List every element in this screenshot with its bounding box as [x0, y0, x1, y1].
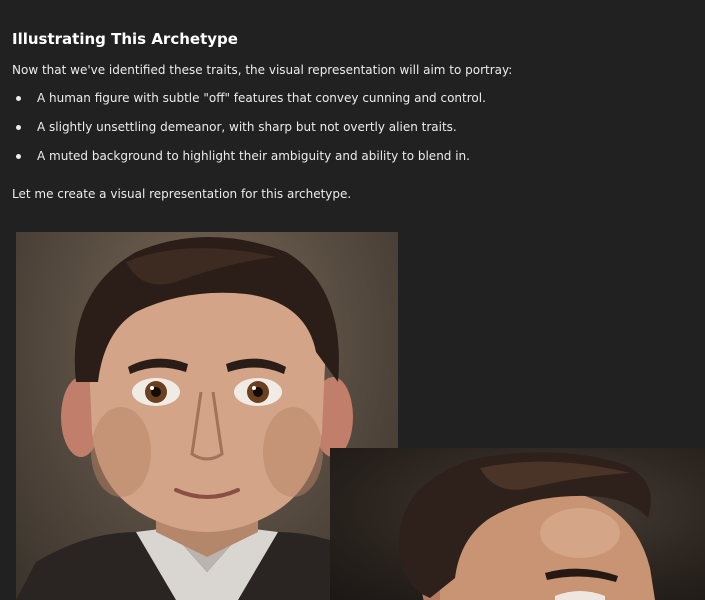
intro-paragraph: Now that we've identified these traits, …: [12, 63, 513, 77]
list-item-text: A human figure with subtle "off" feature…: [37, 91, 486, 105]
bullet-icon: [16, 125, 21, 130]
portrait-profile-illustration: [398, 452, 655, 600]
list-item-text: A slightly unsettling demeanor, with sha…: [37, 120, 457, 134]
list-item-text: A muted background to highlight their am…: [37, 149, 470, 163]
generated-image-portrait-profile[interactable]: [330, 448, 705, 600]
bullet-icon: [16, 96, 21, 101]
section-heading: Illustrating This Archetype: [12, 30, 238, 48]
outro-paragraph: Let me create a visual representation fo…: [12, 187, 352, 201]
bullet-icon: [16, 154, 21, 159]
